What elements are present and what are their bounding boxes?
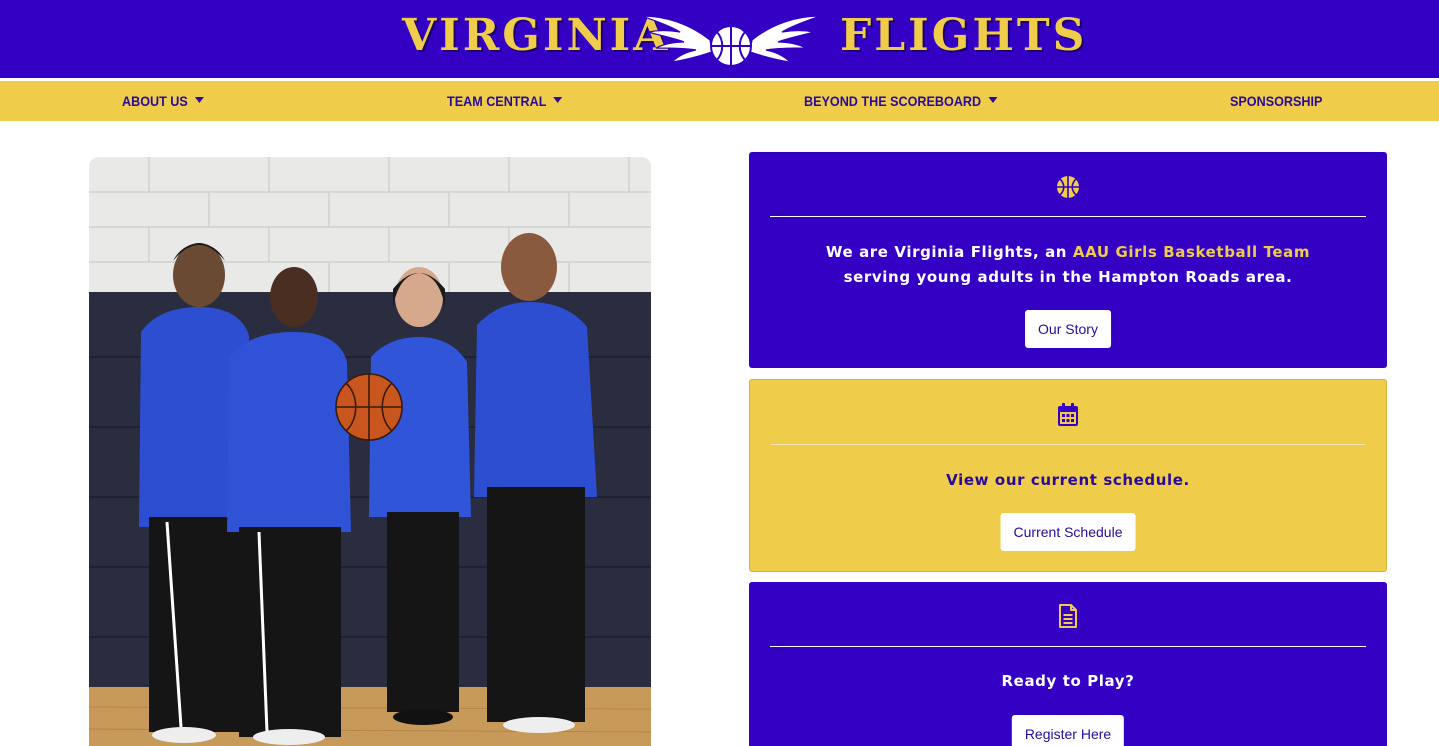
nav-item-about-us[interactable]: ABOUT US (122, 81, 205, 121)
caret-down-icon (988, 97, 998, 104)
nav-item-label: TEAM CENTRAL (447, 93, 547, 109)
brand-title-left[interactable]: VIRGINIA (402, 10, 670, 61)
basketball-icon (1057, 176, 1079, 198)
our-story-button[interactable]: Our Story (1025, 310, 1111, 348)
winged-basketball-logo-icon[interactable] (640, 10, 822, 68)
caret-down-icon (553, 97, 563, 104)
caret-down-icon (195, 97, 205, 104)
calendar-icon (1058, 403, 1078, 426)
schedule-card-text: View our current schedule. (946, 471, 1190, 489)
nav-item-beyond-the-scoreboard[interactable]: BEYOND THE SCOREBOARD (804, 81, 998, 121)
nav-item-label: BEYOND THE SCOREBOARD (804, 93, 982, 109)
schedule-card: View our current schedule. Current Sched… (749, 379, 1387, 572)
about-text-intro: We are Virginia Flights, an (825, 243, 1073, 261)
nav-item-label: ABOUT US (122, 93, 188, 109)
nav-item-team-central[interactable]: TEAM CENTRAL (447, 81, 563, 121)
card-divider (771, 444, 1365, 445)
card-divider (770, 646, 1366, 647)
nav-item-label: SPONSORSHIP (1230, 93, 1323, 109)
nav-item-sponsorship[interactable]: SPONSORSHIP (1230, 81, 1322, 121)
main-nav: ABOUT US TEAM CENTRAL BEYOND THE SCOREBO… (0, 81, 1439, 121)
about-card: We are Virginia Flights, an AAU Girls Ba… (749, 152, 1387, 368)
current-schedule-button[interactable]: Current Schedule (1000, 513, 1136, 551)
about-card-text: We are Virginia Flights, an AAU Girls Ba… (749, 240, 1387, 290)
card-divider (770, 216, 1366, 217)
about-text-highlight: AAU Girls Basketball Team (1072, 243, 1311, 261)
team-coaches-photo (89, 157, 651, 746)
brand-title-right[interactable]: FLIGHTS (840, 10, 1087, 61)
coaches-photo-image (89, 157, 651, 746)
register-here-button[interactable]: Register Here (1011, 715, 1125, 746)
register-card-text: Ready to Play? (1001, 672, 1135, 690)
site-header: VIRGINIA FLIGHTS (0, 0, 1439, 80)
about-text-line2: serving young adults in the Hampton Road… (843, 268, 1293, 286)
document-icon (1059, 604, 1077, 628)
register-card: Ready to Play? Register Here (749, 582, 1387, 746)
